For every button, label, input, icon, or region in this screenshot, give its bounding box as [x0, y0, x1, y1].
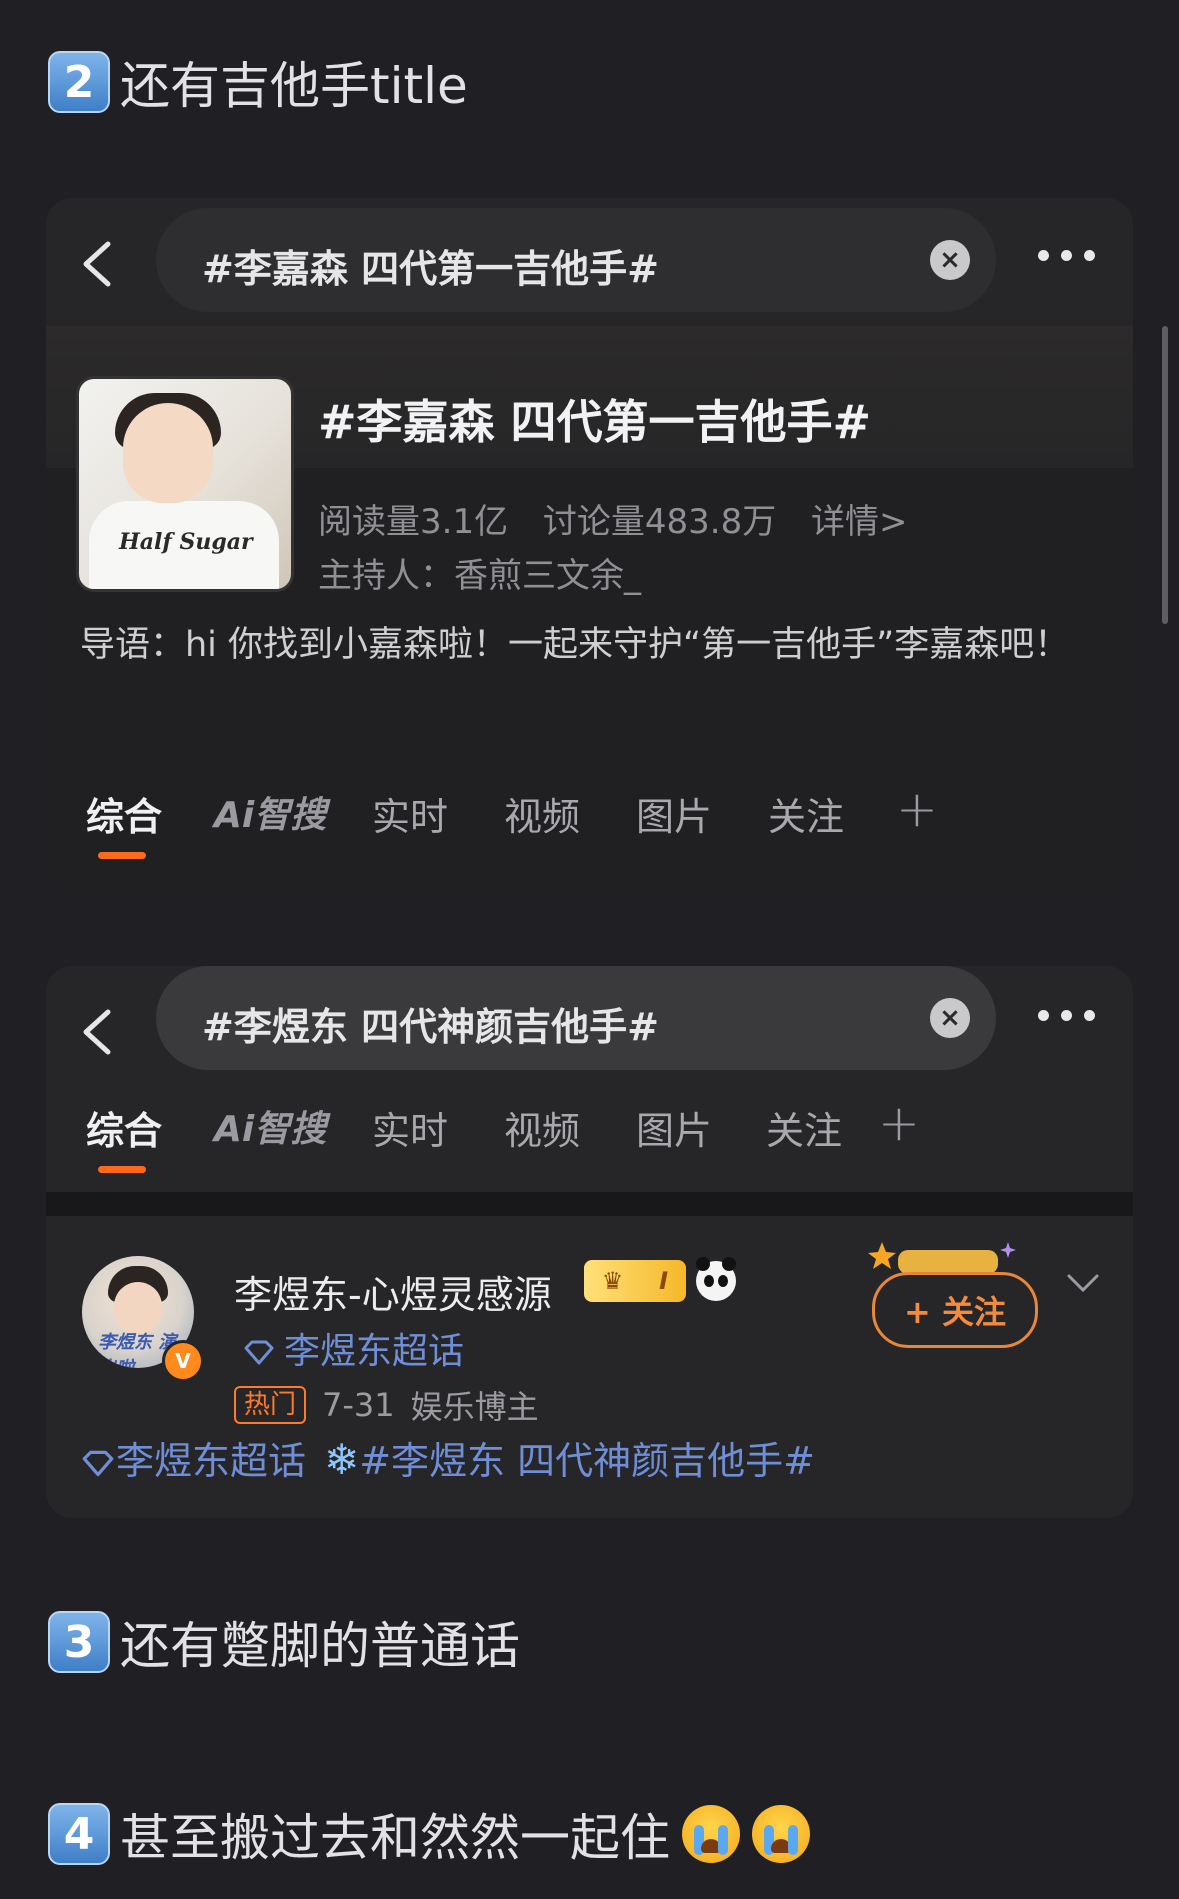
diamond-icon [82, 1450, 114, 1476]
heading-3: 3 还有蹩脚的普通话 [48, 1606, 520, 1678]
topic-title: #李嘉森 四代第一吉他手# [318, 395, 872, 449]
tab-following[interactable]: 关注 [768, 786, 844, 841]
tab-bar-1: 综合 Ai智搜 实时 视频 图片 关注 + [46, 758, 1133, 859]
scrollbar[interactable] [1162, 326, 1168, 624]
search-input[interactable]: #李煜东 四代神颜吉他手# × [156, 966, 996, 1070]
tab-following[interactable]: 关注 [766, 1100, 842, 1155]
tab-images[interactable]: 图片 [636, 786, 712, 841]
topic-card-1: #李嘉森 四代第一吉他手# × Half Sugar #李嘉森 四代第一吉他手#… [46, 198, 1133, 894]
keycap-2-icon: 2 [48, 51, 110, 113]
search-bar-1: #李嘉森 四代第一吉他手# × [46, 198, 1133, 326]
heading-2-text: 还有吉他手title [120, 57, 468, 115]
active-tab-indicator [98, 852, 146, 859]
search-input[interactable]: #李嘉森 四代第一吉他手# × [156, 208, 996, 312]
more-options-icon[interactable] [1038, 250, 1095, 261]
diamond-icon [244, 1340, 274, 1365]
keycap-4-icon: 4 [48, 1803, 110, 1865]
verified-badge-icon: V [162, 1340, 204, 1382]
add-tab-icon[interactable]: + [878, 1094, 920, 1152]
section-divider [46, 1192, 1133, 1216]
panda-icon [696, 1257, 736, 1301]
heading-3-text: 还有蹩脚的普通话 [120, 1617, 520, 1675]
details-link[interactable]: 详情> [811, 502, 908, 542]
topic-intro: 导语：hi 你找到小嘉森啦！一起来守护“第一吉他手”李嘉森吧！ [80, 625, 1070, 665]
keycap-3-icon: 3 [48, 1611, 110, 1673]
more-options-icon[interactable] [1038, 1010, 1095, 1021]
tag-super-topic-label: 李煜东超话 [116, 1439, 307, 1483]
post-meta: 热门 7-31 娱乐博主 [234, 1382, 539, 1428]
heading-2: 2 还有吉他手title [48, 46, 468, 118]
tab-ai-search[interactable]: Ai智搜 [214, 1100, 326, 1152]
clear-icon[interactable]: × [930, 240, 970, 280]
back-arrow-icon[interactable] [76, 238, 120, 290]
user-role: 娱乐博主 [410, 1388, 539, 1426]
tab-ai-search[interactable]: Ai智搜 [214, 786, 326, 838]
post-date: 7-31 [322, 1386, 395, 1424]
search-text: #李煜东 四代神颜吉他手# [202, 1005, 659, 1049]
super-topic-label: 李煜东超话 [284, 1331, 465, 1372]
snowflake-icon: ❄ [324, 1435, 360, 1484]
add-tab-icon[interactable]: + [896, 780, 938, 838]
tab-video[interactable]: 视频 [504, 786, 580, 841]
search-text: #李嘉森 四代第一吉他手# [202, 247, 659, 291]
discussion-count: 讨论量483.8万 [542, 502, 777, 542]
tag-super-topic[interactable]: 李煜东超话 [80, 1430, 306, 1485]
read-count: 阅读量3.1亿 [318, 502, 509, 542]
tab-images[interactable]: 图片 [636, 1100, 712, 1155]
tab-video[interactable]: 视频 [504, 1100, 580, 1155]
post-tags: 李煜东超话 ❄#李煜东 四代神颜吉他手# [80, 1430, 815, 1485]
topic-stats: 阅读量3.1亿 讨论量483.8万 详情> [318, 494, 932, 543]
tab-realtime[interactable]: 实时 [372, 1100, 448, 1155]
hot-badge: 热门 [234, 1386, 307, 1424]
post-item[interactable]: 李煜东 演出啦 V 李煜东-心煜灵感源 ♛I 李煜东超话 热门 7-31 娱乐博… [46, 1216, 1133, 1518]
crown-level-badge-icon: ♛ I [584, 1260, 686, 1302]
clear-icon[interactable]: × [930, 998, 970, 1038]
username[interactable]: 李煜东-心煜灵感源 [234, 1264, 552, 1319]
tab-comprehensive[interactable]: 综合 [86, 786, 162, 841]
crying-face-icon [752, 1805, 810, 1863]
topic-avatar[interactable]: Half Sugar [76, 376, 294, 592]
chevron-down-icon[interactable] [1066, 1272, 1100, 1294]
tab-comprehensive[interactable]: 综合 [86, 1100, 162, 1155]
avatar-shirt-print: Half Sugar [119, 529, 253, 555]
heading-4-text: 甚至搬过去和然然一起住 [120, 1809, 670, 1867]
tag-topic-label: #李煜东 四代神颜吉他手# [359, 1439, 815, 1483]
follow-sparkle-decoration-icon [868, 1242, 1016, 1274]
tab-bar-2: 综合 Ai智搜 实时 视频 图片 关注 + [46, 1072, 1133, 1173]
tag-topic[interactable]: ❄#李煜东 四代神颜吉他手# [324, 1430, 815, 1485]
back-arrow-icon[interactable] [76, 1006, 120, 1058]
active-tab-indicator [98, 1166, 146, 1173]
tab-realtime[interactable]: 实时 [372, 786, 448, 841]
topic-host[interactable]: 主持人：香煎三文余_ [318, 548, 641, 597]
super-topic-link[interactable]: 李煜东超话 [242, 1322, 464, 1374]
crying-face-icon [682, 1805, 740, 1863]
user-badges: ♛ I [584, 1257, 736, 1302]
level-badge-text: I [659, 1267, 669, 1295]
topic-card-2: #李煜东 四代神颜吉他手# × 综合 Ai智搜 实时 视频 图片 关注 + 李煜… [46, 966, 1133, 1518]
follow-button[interactable]: + 关注 [872, 1272, 1038, 1348]
heading-4: 4 甚至搬过去和然然一起住 [48, 1798, 810, 1870]
